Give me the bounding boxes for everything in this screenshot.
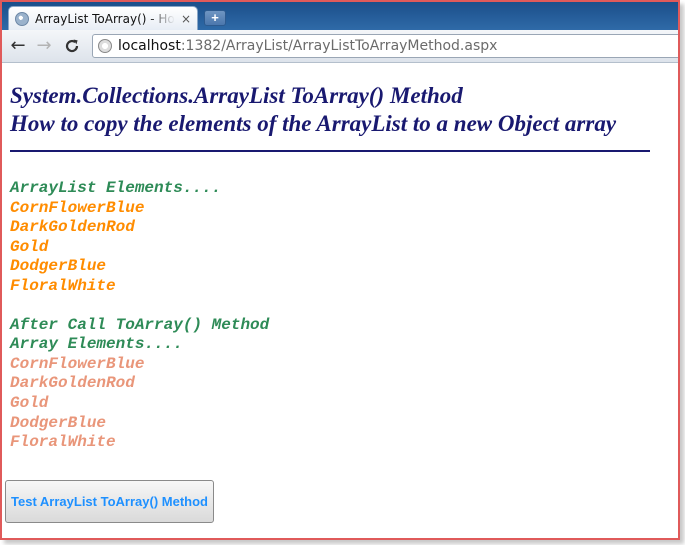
- new-tab-button[interactable]: +: [204, 10, 226, 26]
- array-output: After Call ToArray() Method Array Elemen…: [10, 316, 678, 453]
- url-path: :1382/ArrayList/ArrayListToArrayMethod.a…: [180, 38, 498, 54]
- tab-strip: ArrayList ToArray() - How to × +: [2, 2, 678, 30]
- browser-tab[interactable]: ArrayList ToArray() - How to ×: [8, 6, 198, 30]
- heading-line-2: How to copy the elements of the ArrayLis…: [10, 111, 617, 136]
- page-content: System.Collections.ArrayList ToArray() M…: [2, 63, 678, 538]
- horizontal-rule: [10, 150, 650, 152]
- array-item: DarkGoldenRod: [10, 374, 135, 393]
- arraylist-item: DarkGoldenRod: [10, 218, 135, 237]
- address-bar[interactable]: localhost:1382/ArrayList/ArrayListToArra…: [92, 34, 678, 58]
- array-item: FloralWhite: [10, 433, 116, 452]
- arraylist-item: FloralWhite: [10, 276, 116, 295]
- array-item: Gold: [10, 393, 49, 412]
- url-host: localhost: [118, 38, 181, 54]
- page-heading: System.Collections.ArrayList ToArray() M…: [10, 82, 678, 138]
- heading-line-1: System.Collections.ArrayList ToArray() M…: [10, 83, 463, 108]
- back-arrow-icon[interactable]: ←: [8, 36, 28, 56]
- arraylist-output: ArrayList Elements.... CornFlowerBlue Da…: [10, 179, 678, 297]
- after-call-label: After Call ToArray() Method: [10, 315, 270, 334]
- reload-icon[interactable]: [62, 36, 82, 56]
- arraylist-header: ArrayList Elements....: [10, 179, 222, 197]
- browser-toolbar: ← → localhost:1382/ArrayList/ArrayListTo…: [2, 30, 678, 63]
- page-info-icon[interactable]: [98, 39, 112, 53]
- arraylist-item: CornFlowerBlue: [10, 198, 145, 217]
- globe-icon: [15, 11, 29, 26]
- arraylist-item: DodgerBlue: [10, 257, 107, 276]
- tab-title: ArrayList ToArray() - How to: [35, 11, 175, 26]
- test-toarray-button[interactable]: Test ArrayList ToArray() Method: [5, 480, 214, 523]
- close-tab-icon[interactable]: ×: [179, 12, 193, 26]
- array-item: DodgerBlue: [10, 413, 107, 432]
- arraylist-item: Gold: [10, 237, 49, 256]
- array-header: Array Elements....: [10, 335, 183, 354]
- forward-arrow-icon[interactable]: →: [34, 36, 54, 56]
- array-item: CornFlowerBlue: [10, 354, 145, 373]
- browser-window: ArrayList ToArray() - How to × + ← → loc…: [0, 0, 680, 540]
